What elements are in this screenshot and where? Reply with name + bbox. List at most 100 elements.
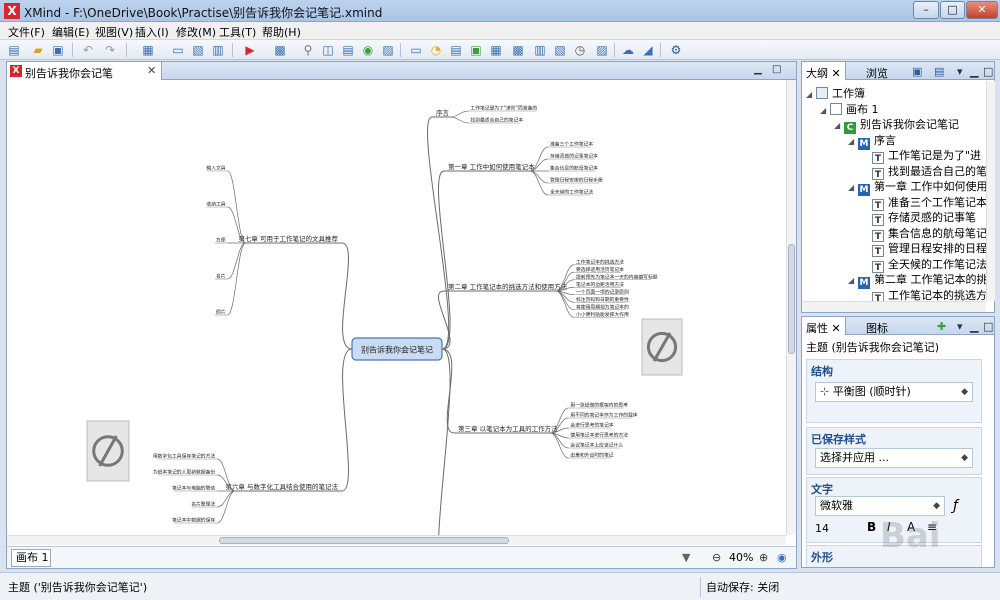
branch-line[interactable] <box>427 116 450 350</box>
outline-tree-item[interactable]: ◢ M 第二章 工作笔记本的挑 <box>848 271 986 289</box>
sub-topic[interactable]: 会进行思考的笔记本 <box>570 422 613 429</box>
sub-topic[interactable]: 用一张纸做的框架内的思考 <box>570 402 628 409</box>
sub-topic[interactable]: 输入文具 <box>206 165 225 172</box>
menu-tools[interactable]: 工具(T) <box>219 24 256 40</box>
export-icon[interactable]: ▨ <box>594 42 610 58</box>
main-topic[interactable]: 序言 <box>436 108 450 117</box>
boundary-icon[interactable]: ▧ <box>190 42 206 58</box>
sub-branch-line[interactable] <box>450 116 469 124</box>
sub-topic[interactable]: 笔记本中数据的保存 <box>172 517 215 524</box>
new-style-icon[interactable]: ✚ <box>937 320 946 333</box>
panel-maximize-icon-2[interactable]: □ <box>983 320 993 333</box>
menu-modify[interactable]: 修改(M) <box>176 24 216 40</box>
outline-tree-item[interactable]: T 存储灵感的记事笔 <box>862 209 976 226</box>
brainstorm-icon[interactable]: ◔ <box>428 42 444 58</box>
branch-line[interactable] <box>341 348 353 492</box>
expand-icon[interactable]: ◢ <box>848 276 858 285</box>
redo-icon[interactable]: ↷ <box>102 42 118 58</box>
sub-branch-line[interactable] <box>227 242 246 316</box>
clock-icon[interactable]: ◷ <box>572 42 588 58</box>
canvas-horizontal-scrollbar[interactable] <box>7 535 786 545</box>
sub-topic[interactable]: 标注页码和日期的重要性 <box>576 296 629 303</box>
mind-map-canvas[interactable]: 序言 工作笔记是为了"进阶"而准备的 找到最适合自己的笔记本 第一章 工作中如何使用笔… <box>7 80 786 535</box>
drill-down-icon[interactable]: ▥ <box>532 42 548 58</box>
task-icon[interactable]: ▣ <box>468 42 484 58</box>
sub-topic[interactable]: 收纳工具 <box>206 201 225 208</box>
expand-icon[interactable]: ◢ <box>834 121 844 130</box>
expand-icon[interactable]: ◢ <box>848 183 858 192</box>
expand-icon[interactable]: ◢ <box>806 90 816 99</box>
tab-outline[interactable]: 大纲 ✕ <box>802 62 846 80</box>
minimize-editor-icon[interactable]: ▁ <box>754 64 762 75</box>
image-icon[interactable]: ▩ <box>272 42 288 58</box>
outline-sync-icon[interactable]: ▤ <box>934 65 944 78</box>
hyperlink-icon[interactable]: ◫ <box>320 42 336 58</box>
sub-topic[interactable]: 用不同的笔记本作为工作的载体 <box>570 412 637 419</box>
attachment-icon[interactable]: ⚲ <box>300 42 316 58</box>
minimize-button[interactable]: – <box>913 1 939 19</box>
sub-topic[interactable]: 要选择适用活页笔记本 <box>576 266 624 273</box>
sub-topic[interactable]: 工作笔记是为了"进阶"而准备的 <box>470 105 537 112</box>
panel-minimize-icon[interactable]: ▁ <box>970 65 978 78</box>
editor-tab[interactable]: X 别告诉我你会记笔记.xmind ✕ <box>7 62 162 96</box>
sub-branch-line[interactable] <box>550 432 569 459</box>
panel-maximize-icon[interactable]: □ <box>983 65 993 78</box>
sub-topic[interactable]: 方便 <box>216 237 226 244</box>
fit-map-icon[interactable]: ◉ <box>777 551 787 564</box>
filter-icon[interactable]: ▼ <box>682 551 690 564</box>
menu-edit[interactable]: 编辑(E) <box>52 24 90 40</box>
branch-line[interactable] <box>438 348 451 535</box>
save-icon[interactable]: ▣ <box>50 42 66 58</box>
open-icon[interactable]: ▰ <box>30 42 46 58</box>
sub-topic[interactable]: 提前预先为笔记本一天的内容编写标题 <box>576 273 658 280</box>
gear-icon[interactable]: ⚙ <box>668 42 684 58</box>
panel-menu-icon[interactable]: ▾ <box>957 65 963 78</box>
expand-icon[interactable]: ◢ <box>848 137 858 146</box>
tab-browse[interactable]: 浏览 <box>866 65 888 81</box>
zoom-in-icon[interactable]: ⊕ <box>759 551 768 564</box>
menu-help[interactable]: 帮助(H) <box>262 24 301 40</box>
sub-topic[interactable]: 用数字化工具保存笔记的方法 <box>153 453 216 460</box>
main-topic[interactable]: 第二章 工作笔记本的挑选方法和使用方法 <box>448 282 568 291</box>
sub-branch-line[interactable] <box>555 290 575 311</box>
outline-tree-item[interactable]: T 找到最适合自己的笔 <box>862 163 986 180</box>
font-dialog-icon[interactable]: ƒ <box>953 498 958 514</box>
note-icon[interactable]: ▤ <box>340 42 356 58</box>
sub-topic[interactable]: 集合信息的航母笔记本 <box>550 165 598 172</box>
presentation-icon[interactable]: ▭ <box>408 42 424 58</box>
structure-select[interactable]: ⊹ 平衡图 (顺时针) ◆ <box>815 382 973 402</box>
outline-tree-item[interactable]: T 工作笔记本的挑选方 <box>862 287 986 301</box>
sub-topic[interactable]: 小小便利贴能发挥大作用 <box>576 311 629 318</box>
sub-topic[interactable]: 会议笔记本上应该记什么 <box>570 442 623 449</box>
web-icon[interactable]: ◉ <box>360 42 376 58</box>
outline-vertical-scrollbar[interactable] <box>986 81 995 301</box>
sub-topic[interactable]: 名片 <box>216 273 226 280</box>
spreadsheet-icon[interactable]: ▦ <box>488 42 504 58</box>
branch-line[interactable] <box>341 242 353 350</box>
sub-topic[interactable]: 全天候的工作笔记法 <box>550 189 593 196</box>
outline-tree-item[interactable]: ◢ 工作簿 <box>806 85 865 100</box>
upload-icon[interactable]: ☁ <box>620 42 636 58</box>
sub-topic[interactable]: 一个页面一项的记录原则 <box>576 288 629 295</box>
map-icon[interactable]: ▩ <box>510 42 526 58</box>
sub-topic[interactable]: 照片 <box>216 309 226 316</box>
outline-tree-item[interactable]: ◢ M 序言 <box>848 132 896 150</box>
outline-tree-item[interactable]: ◢ M 第一章 工作中如何使用 <box>848 178 986 196</box>
main-topic[interactable]: 第一章 工作中如何使用笔记本 <box>448 162 535 171</box>
sub-topic[interactable]: 使用笔记本进行思考的方法 <box>570 432 628 439</box>
sub-branch-line[interactable] <box>529 170 549 196</box>
outline-tree-item[interactable]: T 准备三个工作笔记本 <box>862 194 986 211</box>
menu-file[interactable]: 文件(F) <box>8 24 45 40</box>
main-topic[interactable]: 第六章 与数字化工具结合使用的笔记法 <box>225 482 338 491</box>
sub-branch-line[interactable] <box>217 490 236 524</box>
sub-topic[interactable]: 准备三个工作笔记本 <box>550 141 593 148</box>
mind-map-diagram[interactable]: 序言 工作笔记是为了"进阶"而准备的找到最适合自己的笔记本第一章 工作中如何使用笔… <box>7 80 786 535</box>
maximize-editor-icon[interactable]: □ <box>772 64 781 75</box>
outline-horizontal-scrollbar[interactable] <box>802 301 986 312</box>
sub-branch-line[interactable] <box>555 290 575 318</box>
central-topic-label[interactable]: 别告诉我你会记笔记 <box>361 345 433 355</box>
expand-icon[interactable]: ◢ <box>820 106 830 115</box>
saved-styles-select[interactable]: 选择并应用 ... ◆ <box>815 448 973 468</box>
new-icon[interactable]: ▤ <box>6 42 22 58</box>
gantt-icon[interactable]: ▤ <box>448 42 464 58</box>
